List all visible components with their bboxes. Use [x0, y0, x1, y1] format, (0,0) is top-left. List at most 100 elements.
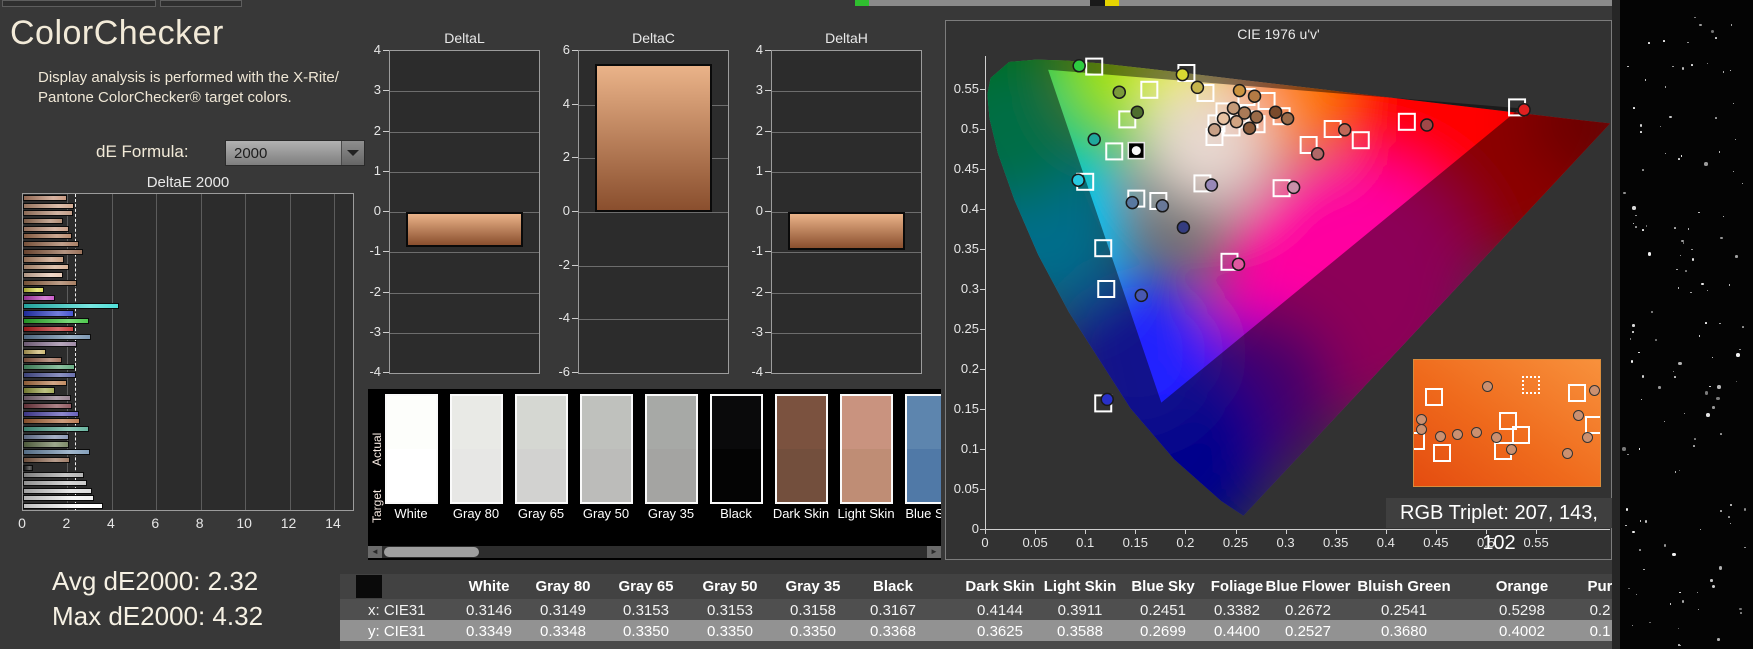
dropdown-arrow-icon[interactable]: [341, 141, 364, 165]
tick-mark: [765, 50, 771, 51]
tick-mark: [572, 157, 578, 159]
de-formula-value: 2000: [234, 145, 268, 162]
de-bar: [23, 356, 62, 363]
measured-point: [1112, 85, 1127, 99]
measured-point: [1072, 59, 1086, 73]
x-tick-label: 14: [325, 515, 341, 531]
measured-point: [1130, 105, 1145, 119]
table-col-header: Gray 65: [618, 578, 674, 595]
swatch-strip: Actual Target White Gray 80 Gray 65 Gray 50…: [368, 389, 941, 560]
swatch-target: [647, 449, 696, 502]
deltae-bar-chart: [22, 193, 354, 511]
tick-mark: [1085, 529, 1087, 534]
star: [1699, 23, 1702, 27]
scroll-left-arrow-icon[interactable]: ◄: [368, 546, 382, 558]
scroll-right-arrow-icon[interactable]: ►: [927, 546, 941, 558]
inset-measured-point: [1481, 381, 1493, 393]
star: [1739, 607, 1742, 611]
tick-mark: [383, 170, 389, 172]
swatch-actual: [387, 396, 436, 449]
star: [1743, 508, 1747, 511]
tick-mark: [1536, 529, 1538, 534]
swatch-scrollbar[interactable]: ◄ ►: [368, 546, 941, 558]
top-progress-strip: [855, 0, 1620, 6]
table-cell-y: 0.3588: [1057, 623, 1103, 640]
star: [1669, 115, 1672, 119]
star: [1655, 339, 1657, 341]
measured-point: [1268, 105, 1283, 119]
table-col-header: Gray 50: [702, 578, 758, 595]
de-formula-dropdown[interactable]: 2000: [225, 140, 365, 166]
tick-mark: [980, 209, 985, 210]
y-tick-label: -3: [369, 323, 381, 339]
star: [1704, 391, 1708, 395]
measured-point: [1155, 199, 1170, 213]
star: [1712, 406, 1715, 409]
tick-mark: [765, 170, 771, 172]
tick-mark: [572, 211, 578, 212]
star: [1722, 71, 1725, 73]
swatch-dark-skin: [775, 394, 828, 504]
de-bar: [23, 310, 75, 317]
tick-mark: [765, 251, 771, 253]
tick-mark: [572, 103, 578, 105]
star: [1644, 79, 1647, 81]
window-right-edge: [1612, 0, 1620, 649]
gridline: [390, 332, 539, 334]
table-cell-y: 0.4002: [1499, 623, 1545, 640]
star: [1729, 503, 1733, 507]
table-cell-y: 0.1: [1589, 623, 1611, 640]
star: [1640, 398, 1643, 401]
cie-zoom-inset: [1413, 359, 1601, 487]
cie-x-tick-label: 0.55: [1523, 535, 1549, 550]
table-cell-y: 0.4400: [1214, 623, 1260, 640]
star: [1625, 508, 1629, 511]
table-cell-x: 0.3167: [870, 602, 916, 619]
y-tick-label: 0: [373, 203, 381, 218]
swatch-label: Gray 50: [582, 506, 630, 521]
y-tick-label: -2: [558, 256, 570, 272]
measured-point: [1100, 392, 1114, 407]
inset-measured-point: [1572, 410, 1584, 422]
gridline: [772, 292, 921, 294]
star: [1632, 530, 1635, 534]
swatch-actual: [582, 396, 631, 449]
gridline: [156, 194, 158, 510]
scrollbar-thumb[interactable]: [384, 547, 479, 557]
de-bar: [23, 217, 63, 225]
swatch-target: [842, 449, 891, 502]
star: [1722, 215, 1725, 218]
tick-mark: [1185, 529, 1187, 534]
tick-mark: [980, 89, 985, 90]
tick-mark: [383, 90, 389, 92]
top-strip-dark-mark: [1090, 0, 1105, 6]
de-bar: [23, 379, 68, 386]
de-bar: [23, 248, 83, 255]
star: [1701, 282, 1704, 286]
cie-y-tick-label: 0.4: [960, 201, 979, 216]
cie-x-tick-label: 0.45: [1423, 535, 1449, 550]
gridline: [334, 194, 335, 510]
star: [1628, 587, 1630, 590]
tick-mark: [383, 372, 389, 373]
star: [1627, 65, 1629, 68]
measured-point: [1242, 121, 1257, 135]
swatch-gray-35: [645, 394, 698, 504]
gridline: [772, 252, 921, 254]
inset-measured-point: [1416, 414, 1428, 426]
cie-y-tick-label: 0.55: [953, 81, 979, 96]
swatch-actual: [712, 396, 761, 449]
star: [1642, 229, 1644, 231]
table-cell-x: 0.2: [1589, 602, 1611, 619]
tick-mark: [1435, 529, 1437, 534]
swatch-target: [517, 449, 566, 502]
table-cell-y: 0.3680: [1381, 623, 1427, 640]
y-tick-label: -2: [751, 283, 763, 299]
measured-point: [1216, 111, 1231, 126]
table-col-header: Bluish Green: [1357, 578, 1451, 595]
y-tick-label: 6: [562, 42, 570, 57]
de-bar: [23, 264, 69, 271]
table-cell-x: 0.2451: [1140, 602, 1186, 619]
tick-mark: [572, 318, 578, 320]
cie-y-tick-label: 0: [971, 521, 979, 536]
